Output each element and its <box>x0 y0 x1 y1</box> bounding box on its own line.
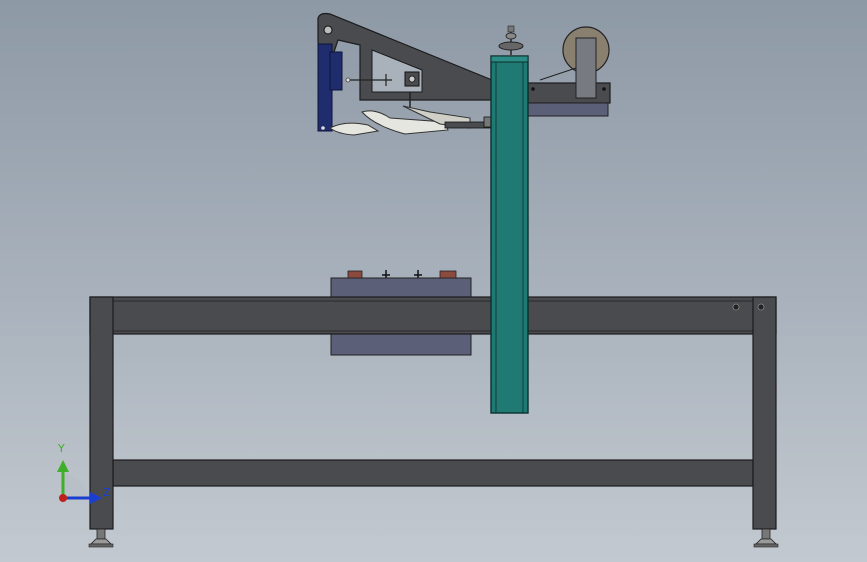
bolt-hole <box>757 303 765 311</box>
leveling-foot-right[interactable] <box>753 528 779 548</box>
bottom-beam[interactable] <box>112 459 754 487</box>
right-leg[interactable] <box>752 296 777 530</box>
assembly-model[interactable] <box>0 0 867 562</box>
pivot-pin <box>323 25 333 35</box>
roller-bracket[interactable] <box>527 82 611 104</box>
fixture-pin-left <box>382 270 390 278</box>
fixture-knob-left[interactable] <box>347 270 363 279</box>
handwheel[interactable] <box>498 25 524 56</box>
table-frame[interactable] <box>89 296 777 530</box>
roller-support[interactable] <box>575 37 597 99</box>
bolt-hole <box>732 303 740 311</box>
upper-arm-assembly[interactable] <box>317 12 611 117</box>
triad-y-label: Y <box>58 442 65 455</box>
fixture-knob-right[interactable] <box>439 270 457 279</box>
teal-column[interactable] <box>490 55 529 414</box>
triad-z-label: Z <box>103 486 111 499</box>
fixture-pin-right <box>414 270 422 278</box>
navy-clamp[interactable] <box>317 43 351 132</box>
leveling-foot-left[interactable] <box>88 528 114 548</box>
cad-viewport[interactable]: Y Z <box>0 0 867 562</box>
top-beam[interactable] <box>89 296 777 335</box>
tape-guide[interactable] <box>329 105 493 136</box>
roller-bracket-base[interactable] <box>527 102 609 117</box>
